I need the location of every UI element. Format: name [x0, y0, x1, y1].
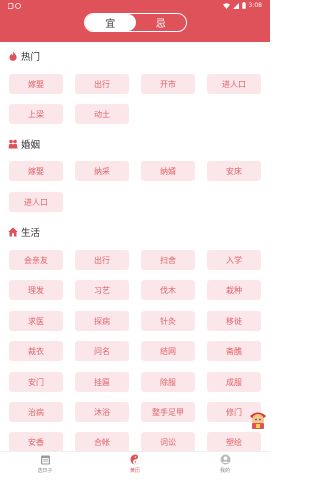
bottom-tab-bar: 选日子 黄历 我的	[0, 451, 270, 480]
tag-button[interactable]: 理发	[9, 280, 63, 300]
tag-button[interactable]: 移徙	[207, 311, 261, 331]
couple-icon	[8, 139, 18, 149]
segment-ji[interactable]: 忌	[136, 14, 187, 31]
signal-icon	[232, 2, 239, 9]
tag-button[interactable]: 治病	[9, 402, 63, 422]
tag-button[interactable]: 整手足甲	[141, 402, 195, 422]
tag-button[interactable]: 出行	[75, 74, 129, 94]
tag-button[interactable]: 安香	[9, 432, 63, 452]
yi-ji-toggle[interactable]: 宜 忌	[84, 13, 187, 32]
tag-button[interactable]: 习艺	[75, 280, 129, 300]
tag-button[interactable]: 成服	[207, 372, 261, 392]
tag-button[interactable]: 词讼	[141, 432, 195, 452]
tag-button[interactable]: 斋醮	[207, 341, 261, 361]
status-bar: 3:08	[0, 0, 270, 12]
tag-button[interactable]: 裁衣	[9, 341, 63, 361]
tag-button[interactable]: 扫舍	[141, 250, 195, 270]
tag-button[interactable]: 嫁娶	[9, 161, 63, 181]
profile-icon	[220, 454, 230, 465]
notification-icons	[7, 3, 21, 9]
tag-button[interactable]: 合帐	[75, 432, 129, 452]
tag-button[interactable]: 求医	[9, 311, 63, 331]
tag-button[interactable]: 动土	[75, 104, 129, 124]
house-icon	[8, 227, 18, 237]
floating-mascot-button[interactable]	[247, 408, 269, 430]
tag-button[interactable]: 入学	[207, 250, 261, 270]
tab-label: 黄历	[129, 468, 140, 474]
tab-almanac[interactable]: 黄历	[115, 454, 155, 474]
section-marriage-title: 婚姻	[8, 137, 40, 151]
tag-button[interactable]: 伐木	[141, 280, 195, 300]
tag-button[interactable]: 探病	[75, 311, 129, 331]
tag-button[interactable]: 纳婿	[141, 161, 195, 181]
tag-button[interactable]: 沐浴	[75, 402, 129, 422]
tag-button[interactable]: 挂匾	[75, 372, 129, 392]
tag-button[interactable]: 安床	[207, 161, 261, 181]
tag-button[interactable]: 塑绘	[207, 432, 261, 452]
tag-button[interactable]: 会亲友	[9, 250, 63, 270]
status-time: 3:08	[248, 2, 262, 9]
tag-button[interactable]: 出行	[75, 250, 129, 270]
yin-yang-icon	[129, 454, 141, 465]
tab-label: 我的	[219, 468, 230, 474]
tab-label: 选日子	[37, 468, 53, 474]
battery-icon	[241, 2, 246, 9]
mascot-icon	[250, 412, 266, 429]
tag-button[interactable]: 栽种	[207, 280, 261, 300]
tag-button[interactable]: 嫁娶	[9, 74, 63, 94]
wifi-icon	[222, 2, 230, 9]
section-label: 婚姻	[21, 140, 41, 151]
tag-button[interactable]: 除服	[141, 372, 195, 392]
section-hot-title: 热门	[8, 49, 40, 63]
fire-icon	[9, 51, 17, 61]
tag-button[interactable]: 问名	[75, 341, 129, 361]
segment-yi[interactable]: 宜	[85, 14, 136, 31]
tag-button[interactable]: 安门	[9, 372, 63, 392]
section-label: 热门	[21, 52, 41, 63]
tab-choose-date[interactable]: 选日子	[25, 454, 65, 474]
tag-button[interactable]: 针灸	[141, 311, 195, 331]
section-label: 生活	[21, 228, 41, 239]
tag-button[interactable]: 纳采	[75, 161, 129, 181]
tag-button[interactable]: 结网	[141, 341, 195, 361]
calendar-icon	[40, 455, 50, 465]
tab-profile[interactable]: 我的	[205, 454, 245, 474]
section-life-title: 生活	[8, 225, 40, 239]
tag-button[interactable]: 上梁	[9, 104, 63, 124]
status-indicators	[7, 3, 22, 11]
tag-button[interactable]: 进人口	[207, 74, 261, 94]
tag-button[interactable]: 开市	[141, 74, 195, 94]
tag-button[interactable]: 进人口	[9, 192, 63, 212]
